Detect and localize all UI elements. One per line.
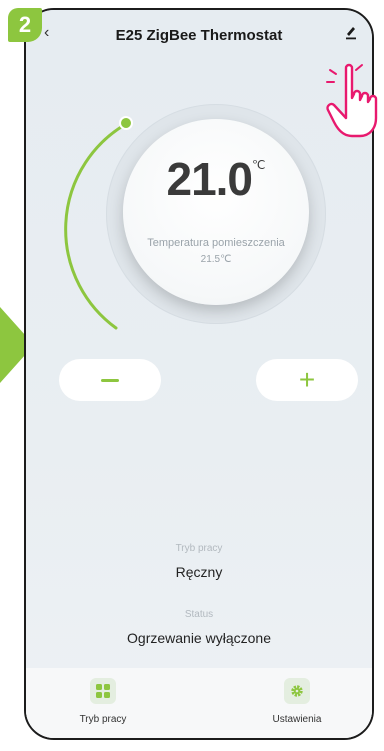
tab-label: Tryb pracy (79, 714, 127, 725)
room-temperature-label: Temperatura pomieszczenia (147, 237, 285, 249)
tab-settings[interactable]: Ustawienia (242, 678, 352, 725)
temperature-dial[interactable] (123, 119, 309, 305)
tap-hand-icon (326, 63, 378, 138)
status-label: Status (184, 609, 214, 620)
status-value: Ogrzewanie wyłączone (127, 630, 271, 646)
mode-label: Tryb pracy (175, 543, 223, 554)
pencil-icon[interactable] (344, 24, 358, 40)
minus-icon (101, 378, 119, 382)
status-section: Status Ogrzewanie wyłączone (26, 609, 372, 646)
decrease-button[interactable] (59, 359, 161, 401)
gear-icon (284, 678, 310, 704)
increase-button[interactable]: + (256, 359, 358, 401)
bottom-tab-bar: Tryb pracy Ustawienia (26, 668, 372, 738)
app-screen: ‹ E25 ZigBee Thermostat 21.0℃ Temperatur… (26, 10, 372, 738)
setpoint-value: 21.0 (166, 153, 253, 205)
page-title: E25 ZigBee Thermostat (115, 27, 283, 44)
grid-icon (90, 678, 116, 704)
step-badge: 2 (8, 8, 42, 42)
setpoint-display: 21.0℃ (146, 152, 286, 206)
tab-label: Ustawienia (272, 714, 322, 725)
plus-icon: + (298, 364, 316, 395)
header: ‹ E25 ZigBee Thermostat (26, 10, 372, 60)
dial-handle[interactable] (119, 116, 133, 130)
room-temperature-value: 21.5℃ (200, 254, 232, 265)
tab-work-mode[interactable]: Tryb pracy (48, 678, 158, 725)
mode-section: Tryb pracy Ręczny (26, 543, 372, 580)
mode-value: Ręczny (175, 564, 223, 580)
setpoint-unit: ℃ (252, 158, 266, 172)
